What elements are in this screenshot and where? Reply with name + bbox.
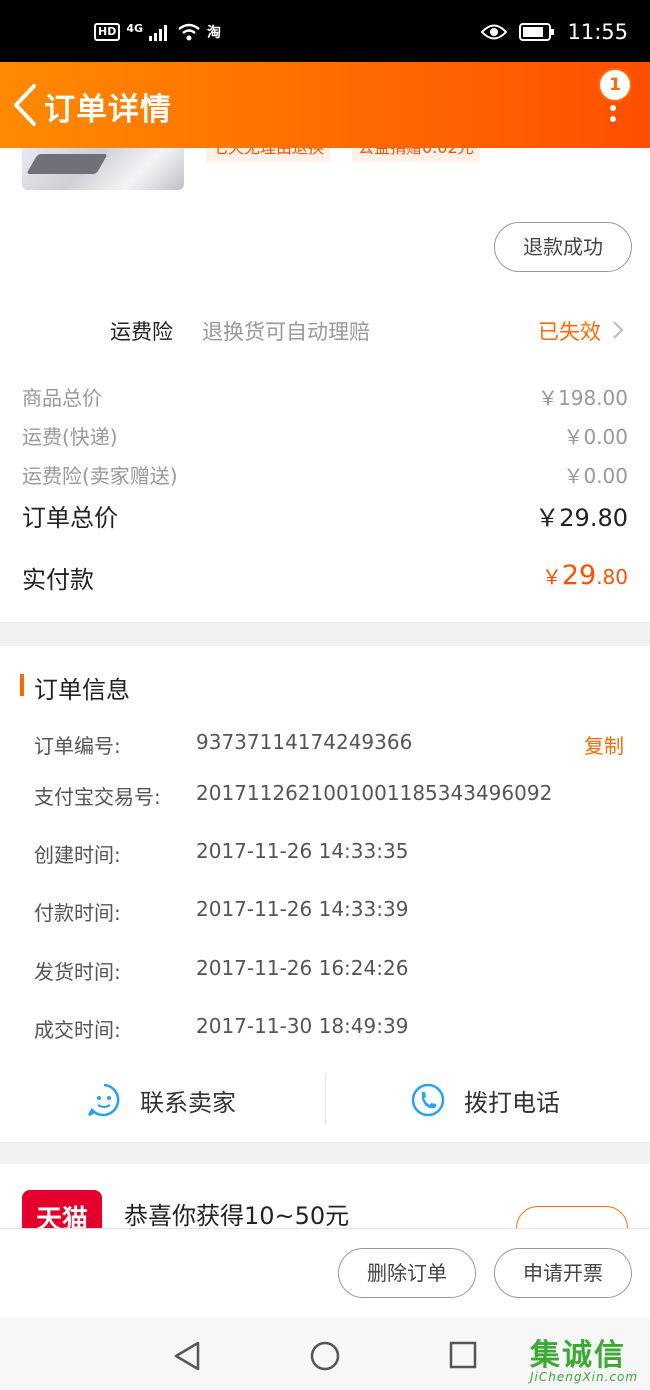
contact-seller-button[interactable]: 联系卖家 xyxy=(86,1082,236,1118)
delete-order-button[interactable]: 删除订单 xyxy=(338,1248,476,1298)
nav-home-icon[interactable] xyxy=(309,1340,341,1372)
price-row-insurance: 运费险(卖家赠送) ￥0.00 xyxy=(22,460,628,489)
apply-invoice-button[interactable]: 申请开票 xyxy=(494,1248,632,1298)
signal-icon xyxy=(149,25,168,41)
order-total-label: 订单总价 xyxy=(22,504,118,532)
eye-comfort-icon xyxy=(481,24,508,40)
price-row-paid: 实付款 ￥29.80 xyxy=(22,560,628,595)
call-phone-label: 拨打电话 xyxy=(464,1088,560,1117)
battery-icon xyxy=(519,23,555,41)
back-icon[interactable] xyxy=(8,82,42,128)
copy-button[interactable]: 复制 xyxy=(584,730,624,759)
status-right: 11:55 xyxy=(481,20,628,44)
paid-time-label: 付款时间: xyxy=(34,901,121,925)
order-detail-page: HD 4G 淘 11:55 订单详情 1 退款成功 运费险 退换货可自动理赔 已… xyxy=(0,0,650,1390)
chat-smile-icon xyxy=(87,1083,120,1117)
status-left: HD 4G 淘 xyxy=(94,22,221,42)
alipay-trade-label: 支付宝交易号: xyxy=(34,785,161,809)
price-row-order-total: 订单总价 ￥29.80 xyxy=(22,498,628,533)
paid-value: ￥29.80 xyxy=(541,560,628,591)
contact-divider xyxy=(325,1074,326,1124)
service-tag-return: 七天无理由退换 xyxy=(206,148,331,162)
watermark: 集诚信 JiChengXin.com xyxy=(530,1330,638,1384)
created-time-label: 创建时间: xyxy=(34,843,121,867)
paid-time-value: 2017-11-26 14:33:39 xyxy=(196,897,409,921)
order-number-label: 订单编号: xyxy=(34,734,121,758)
insurance-label: 运费险 xyxy=(110,320,173,344)
nav-recents-icon[interactable] xyxy=(449,1340,477,1370)
wifi-icon xyxy=(178,23,200,41)
page-title: 订单详情 xyxy=(44,92,172,128)
contact-seller-label: 联系卖家 xyxy=(140,1088,236,1117)
price-label: 运费险(卖家赠送) xyxy=(22,464,178,488)
shipped-time-label: 发货时间: xyxy=(34,960,121,984)
order-summary-card: 七天无理由退换 公益捐赠0.02元 退款成功 运费险 退换货可自动理赔 已失效 … xyxy=(0,148,650,622)
shipped-time-value: 2017-11-26 16:24:26 xyxy=(196,956,409,980)
insurance-status: 已失效 xyxy=(538,320,601,344)
promo-text: 恭喜你获得10~50元 xyxy=(124,1202,350,1228)
system-nav-bar: 集诚信 JiChengXin.com xyxy=(0,1318,650,1390)
taobao-notify-icon: 淘 xyxy=(207,25,222,41)
clock: 11:55 xyxy=(567,20,628,44)
nav-back-icon[interactable] xyxy=(172,1340,202,1372)
created-time-value: 2017-11-26 14:33:35 xyxy=(196,839,409,863)
shipping-insurance-row[interactable]: 运费险 退换货可自动理赔 已失效 xyxy=(0,308,650,350)
alipay-trade-value: 2017112621001001185343496092 xyxy=(196,781,553,805)
call-phone-button[interactable]: 拨打电话 xyxy=(410,1082,560,1118)
phone-icon xyxy=(411,1083,445,1117)
paid-label: 实付款 xyxy=(22,566,94,594)
price-row-goods: 商品总价 ￥198.00 xyxy=(22,382,628,411)
section-accent-bar xyxy=(20,674,24,696)
hd-indicator: HD xyxy=(94,23,121,41)
order-total-value: ￥29.80 xyxy=(535,504,628,532)
service-tag-charity: 公益捐赠0.02元 xyxy=(352,148,480,162)
price-label: 商品总价 xyxy=(22,386,102,410)
product-thumbnail[interactable] xyxy=(22,148,184,190)
completed-time-value: 2017-11-30 18:49:39 xyxy=(196,1014,409,1038)
network-type: 4G xyxy=(126,21,144,35)
bottom-action-bar: 删除订单 申请开票 xyxy=(0,1228,650,1318)
watermark-cn: 集诚信 xyxy=(530,1338,626,1373)
promo-card[interactable]: 天猫 恭喜你获得10~50元 xyxy=(0,1164,650,1228)
promo-button[interactable] xyxy=(516,1206,628,1228)
notification-badge: 1 xyxy=(600,70,630,100)
contact-row: 联系卖家 拨打电话 xyxy=(0,1070,650,1130)
section-title: 订单信息 xyxy=(34,676,130,704)
insurance-desc: 退换货可自动理赔 xyxy=(202,320,370,344)
tmall-logo: 天猫 xyxy=(22,1190,102,1228)
price-label: 运费(快递) xyxy=(22,425,118,449)
chevron-right-icon xyxy=(613,321,624,339)
refund-success-button[interactable]: 退款成功 xyxy=(494,222,632,272)
price-value: ￥0.00 xyxy=(563,425,628,449)
price-value: ￥198.00 xyxy=(538,386,628,410)
watermark-en: JiChengXin.com xyxy=(530,1370,639,1384)
price-value: ￥0.00 xyxy=(563,464,628,488)
order-info-card: 订单信息 订单编号: 93737114174249366 复制 支付宝交易号: … xyxy=(0,646,650,1142)
status-bar: HD 4G 淘 11:55 xyxy=(0,0,650,62)
order-number-value: 93737114174249366 xyxy=(196,730,413,754)
app-header: 订单详情 1 xyxy=(0,62,650,148)
price-row-shipping: 运费(快递) ￥0.00 xyxy=(22,421,628,450)
completed-time-label: 成交时间: xyxy=(34,1018,121,1042)
